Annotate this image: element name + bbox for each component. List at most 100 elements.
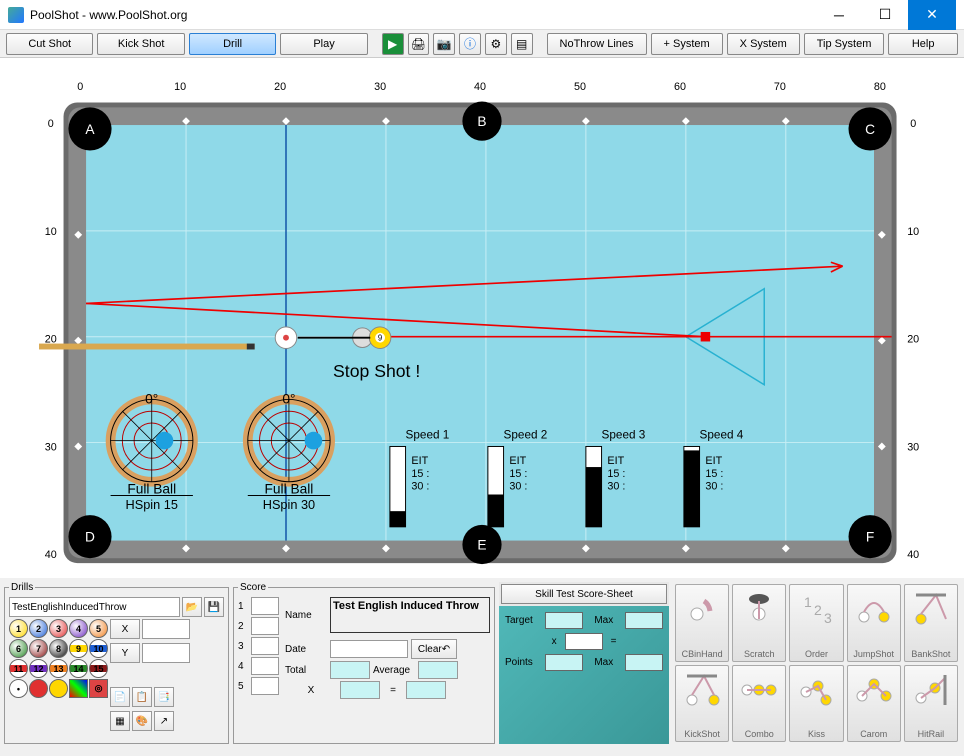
svg-text:15 :: 15 : <box>411 468 429 480</box>
score-legend: Score <box>238 582 268 593</box>
play-button[interactable]: Play <box>280 33 367 55</box>
ball-palette: 12345 678910 1112131415 •◎ <box>9 619 108 698</box>
target-field[interactable] <box>545 612 583 629</box>
run-icon[interactable]: ▶ <box>382 33 404 55</box>
score-4[interactable] <box>251 657 279 675</box>
shot-combo[interactable]: Combo <box>732 665 786 743</box>
drill-button[interactable]: Drill <box>189 33 276 55</box>
ball-8[interactable]: 8 <box>49 639 68 658</box>
shot-bank[interactable]: BankShot <box>904 584 958 662</box>
shot-kiss[interactable]: Kiss <box>789 665 843 743</box>
svg-text:Speed 3: Speed 3 <box>602 429 646 442</box>
shot-order[interactable]: 123Order <box>789 584 843 662</box>
eq-field <box>406 681 446 699</box>
ball-multi[interactable] <box>69 679 88 698</box>
svg-text:Speed 2: Speed 2 <box>504 429 548 442</box>
score-1[interactable] <box>251 597 279 615</box>
color-icon[interactable]: 🎨 <box>132 711 152 731</box>
maximize-button[interactable]: ☐ <box>862 0 908 30</box>
tick: 0 <box>77 81 83 93</box>
ball-12[interactable]: 12 <box>29 659 48 678</box>
tick: 20 <box>907 334 919 346</box>
close-button[interactable]: ✕ <box>908 0 956 30</box>
tick: 70 <box>774 81 786 93</box>
x-system-button[interactable]: X System <box>727 33 800 55</box>
ball-cue[interactable]: • <box>9 679 28 698</box>
svg-text:Speed 4: Speed 4 <box>700 429 744 442</box>
ball-14[interactable]: 14 <box>69 659 88 678</box>
grid-icon[interactable]: ▦ <box>110 711 130 731</box>
help-button[interactable]: Help <box>888 33 958 55</box>
nothrow-lines-button[interactable]: NoThrow Lines <box>547 33 647 55</box>
open-icon[interactable]: 📂 <box>182 597 202 617</box>
svg-text:Full Ball: Full Ball <box>265 482 314 497</box>
ball-9[interactable]: 9 <box>69 639 88 658</box>
svg-text:0°: 0° <box>282 391 295 406</box>
pool-table-canvas[interactable]: 0 10 20 30 40 50 60 70 80 0 10 20 30 40 … <box>0 58 964 578</box>
shot-carom[interactable]: Carom <box>847 665 901 743</box>
tick: 0 <box>910 118 916 130</box>
ball-10[interactable]: 10 <box>89 639 108 658</box>
tick: 10 <box>45 226 57 238</box>
app-icon <box>8 7 24 23</box>
score-3[interactable] <box>251 637 279 655</box>
ball-target[interactable]: ◎ <box>89 679 108 698</box>
score-5[interactable] <box>251 677 279 695</box>
save-icon[interactable]: 💾 <box>204 597 224 617</box>
ball-15[interactable]: 15 <box>89 659 108 678</box>
ball-11[interactable]: 11 <box>9 659 28 678</box>
drill-name-input[interactable] <box>9 597 180 617</box>
ball-yellow[interactable] <box>49 679 68 698</box>
y-input[interactable] <box>142 643 190 663</box>
shot-hitrail[interactable]: HitRail <box>904 665 958 743</box>
list-icon[interactable]: 📑 <box>154 687 174 707</box>
max-field[interactable] <box>625 612 663 629</box>
tick: 80 <box>874 81 886 93</box>
ball-3[interactable]: 3 <box>49 619 68 638</box>
mult-field[interactable] <box>565 633 603 650</box>
cut-shot-button[interactable]: Cut Shot <box>6 33 93 55</box>
kick-shot-button[interactable]: Kick Shot <box>97 33 184 55</box>
ball-4[interactable]: 4 <box>69 619 88 638</box>
toolbar: Cut Shot Kick Shot Drill Play ▶ 🖨 📷 ⓘ ⚙ … <box>0 30 964 58</box>
svg-text:2: 2 <box>814 602 822 618</box>
title-bar: PoolShot - www.PoolShot.org ─ ☐ ✕ <box>0 0 964 30</box>
info-icon[interactable]: ⓘ <box>459 33 481 55</box>
tick: 30 <box>907 441 919 453</box>
layers-icon[interactable]: ▤ <box>511 33 533 55</box>
ball-red[interactable] <box>29 679 48 698</box>
x-label: X <box>110 619 140 639</box>
shot-kick[interactable]: KickShot <box>675 665 729 743</box>
date-input[interactable] <box>330 640 408 658</box>
shot-jump[interactable]: JumpShot <box>847 584 901 662</box>
plus-system-button[interactable]: + System <box>651 33 723 55</box>
export-icon[interactable]: ↗ <box>154 711 174 731</box>
svg-text:15 :: 15 : <box>607 468 625 480</box>
skill-test-button[interactable]: Skill Test Score-Sheet <box>501 584 667 604</box>
ball-13[interactable]: 13 <box>49 659 68 678</box>
gear-icon[interactable]: ⚙ <box>485 33 507 55</box>
ball-1[interactable]: 1 <box>9 619 28 638</box>
new-doc-icon[interactable]: 📄 <box>110 687 130 707</box>
svg-text:30 :: 30 : <box>607 481 625 493</box>
tip-system-button[interactable]: Tip System <box>804 33 885 55</box>
clear-button[interactable]: Clear↶ <box>411 639 457 659</box>
shot-scratch[interactable]: Scratch <box>732 584 786 662</box>
score-2[interactable] <box>251 617 279 635</box>
print-icon[interactable]: 🖨 <box>408 33 430 55</box>
drills-panel: Drills 📂 💾 12345 678910 1112131415 •◎ X … <box>4 582 229 744</box>
shot-cbinhand[interactable]: CBinHand <box>675 584 729 662</box>
ball-5[interactable]: 5 <box>89 619 108 638</box>
copy-icon[interactable]: 📋 <box>132 687 152 707</box>
ball-6[interactable]: 6 <box>9 639 28 658</box>
svg-text:15 :: 15 : <box>705 468 723 480</box>
ball-7[interactable]: 7 <box>29 639 48 658</box>
tick: 30 <box>45 441 57 453</box>
camera-icon[interactable]: 📷 <box>433 33 455 55</box>
x-input[interactable] <box>142 619 190 639</box>
minimize-button[interactable]: ─ <box>816 0 862 30</box>
y-label: Y <box>110 643 140 663</box>
svg-text:Full Ball: Full Ball <box>127 482 176 497</box>
ball-2[interactable]: 2 <box>29 619 48 638</box>
tick: 10 <box>907 226 919 238</box>
